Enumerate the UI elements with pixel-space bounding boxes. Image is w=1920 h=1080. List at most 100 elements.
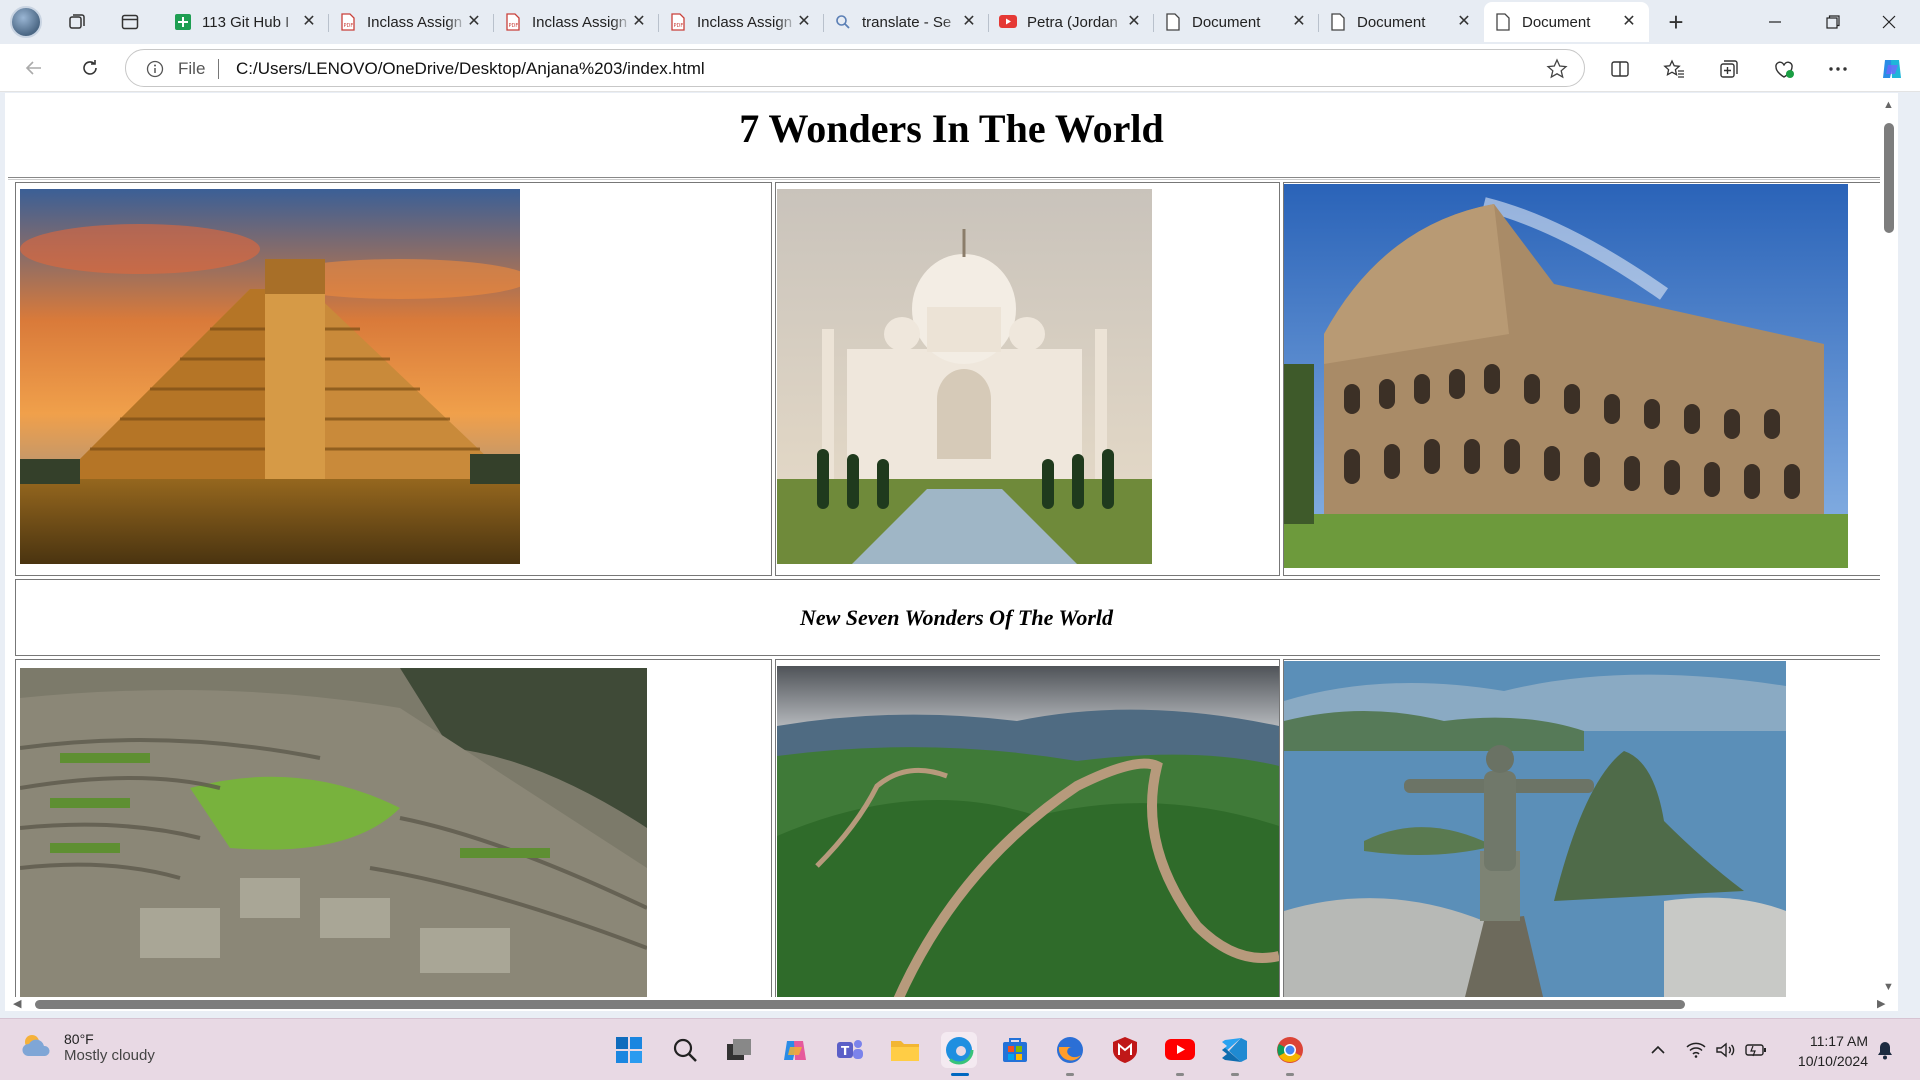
scroll-right-arrow-icon[interactable]: ▶ (1877, 997, 1885, 1010)
tab-document-active[interactable]: Document ✕ (1484, 2, 1649, 42)
volume-icon[interactable] (1714, 1039, 1736, 1061)
sheet-icon (174, 13, 192, 31)
edge-icon[interactable] (941, 1032, 977, 1068)
document-icon (1329, 13, 1347, 31)
battery-icon[interactable] (1745, 1039, 1767, 1061)
file-explorer-icon[interactable] (887, 1032, 923, 1068)
weather-condition: Mostly cloudy (64, 1047, 155, 1064)
tab-translate-search[interactable]: translate - Se ✕ (824, 2, 989, 42)
back-button[interactable] (18, 53, 50, 83)
tab-actions-icon[interactable] (115, 8, 145, 36)
caption-cell: New Seven Wonders Of The World (15, 579, 1898, 656)
browser-essentials-icon[interactable] (1770, 55, 1798, 83)
chichen-itza-photo (20, 189, 520, 564)
search-icon[interactable] (667, 1032, 703, 1068)
close-window-button[interactable] (1866, 6, 1912, 38)
microsoft-store-icon[interactable] (997, 1032, 1033, 1068)
more-menu-icon[interactable] (1824, 55, 1852, 83)
close-icon[interactable]: ✕ (1621, 14, 1637, 30)
tab-inclass-assignment-3[interactable]: PDF Inclass Assign ✕ (659, 2, 824, 42)
scroll-up-arrow-icon[interactable]: ▲ (1883, 99, 1894, 111)
tab-petra-video[interactable]: Petra (Jordan ✕ (989, 2, 1154, 42)
workspaces-icon[interactable] (62, 8, 92, 36)
refresh-button[interactable] (74, 53, 106, 83)
collections-icon[interactable] (1715, 55, 1743, 83)
svg-text:T: T (841, 1044, 850, 1058)
close-icon[interactable]: ✕ (961, 14, 977, 30)
windows-start-icon[interactable] (611, 1032, 647, 1068)
taj-mahal-photo (777, 189, 1152, 564)
scrollbar-thumb[interactable] (1884, 123, 1894, 233)
split-screen-icon[interactable] (1606, 55, 1634, 83)
close-icon[interactable]: ✕ (1291, 14, 1307, 30)
search-icon (834, 13, 852, 31)
notification-bell-icon[interactable] (1874, 1039, 1896, 1061)
tab-title: Inclass Assign (697, 13, 793, 31)
running-app-indicator (1286, 1073, 1294, 1076)
tab-title: Document (1357, 13, 1426, 31)
minimize-button[interactable] (1752, 6, 1798, 38)
taskbar: 80°F Mostly cloudy T 11:17 AM 10/10/2024 (0, 1018, 1920, 1080)
profile-avatar[interactable] (10, 6, 42, 38)
close-icon[interactable]: ✕ (1126, 14, 1142, 30)
youtube-icon[interactable] (1162, 1032, 1198, 1068)
weather-widget[interactable]: 80°F Mostly cloudy (20, 1031, 155, 1064)
scheme-label: File (178, 59, 206, 78)
teams-icon[interactable]: T (832, 1032, 868, 1068)
task-view-icon[interactable] (721, 1032, 757, 1068)
pdf-icon: PDF (669, 13, 687, 31)
great-wall-photo (777, 666, 1279, 1002)
youtube-icon (999, 13, 1017, 31)
tab-title: 113 Git Hub I (202, 13, 290, 31)
running-app-indicator (1231, 1073, 1239, 1076)
chrome-icon[interactable] (1272, 1032, 1308, 1068)
address-bar[interactable]: File C:/Users/LENOVO/OneDrive/Desktop/An… (125, 49, 1585, 87)
navigation-bar: File C:/Users/LENOVO/OneDrive/Desktop/An… (0, 44, 1920, 92)
scrollbar-thumb[interactable] (35, 1000, 1685, 1009)
tab-title: Inclass Assign (532, 13, 628, 31)
tab-inclass-assignment-2[interactable]: PDF Inclass Assign ✕ (494, 2, 659, 42)
info-icon[interactable] (146, 60, 164, 78)
url-text[interactable]: C:/Users/LENOVO/OneDrive/Desktop/Anjana%… (236, 59, 705, 79)
tab-document-1[interactable]: Document ✕ (1154, 2, 1319, 42)
tab-document-2[interactable]: Document ✕ (1319, 2, 1484, 42)
tab-git-hub[interactable]: 113 Git Hub I ✕ (164, 2, 329, 42)
restore-button[interactable] (1810, 6, 1856, 38)
mcafee-icon[interactable] (1107, 1032, 1143, 1068)
close-icon[interactable]: ✕ (466, 14, 482, 30)
close-icon[interactable]: ✕ (301, 14, 317, 30)
favorite-star-icon[interactable] (1546, 58, 1568, 80)
new-tab-button[interactable]: + (1661, 7, 1691, 37)
system-clock[interactable]: 11:17 AM 10/10/2024 (1798, 1031, 1868, 1071)
svg-text:PDF: PDF (674, 23, 684, 29)
copilot-icon[interactable] (1878, 55, 1906, 83)
svg-text:PDF: PDF (509, 23, 519, 29)
vscode-icon[interactable] (1217, 1032, 1253, 1068)
weather-temp: 80°F (64, 1031, 94, 1047)
document-icon (1164, 13, 1182, 31)
tab-title: Inclass Assign (367, 13, 463, 31)
running-app-indicator (1066, 1073, 1074, 1076)
close-icon[interactable]: ✕ (796, 14, 812, 30)
cloud-icon (20, 1032, 54, 1063)
svg-text:PDF: PDF (344, 23, 354, 29)
scroll-down-arrow-icon[interactable]: ▼ (1883, 981, 1894, 993)
copilot-icon[interactable] (777, 1032, 813, 1068)
close-icon[interactable]: ✕ (631, 14, 647, 30)
wifi-icon[interactable] (1685, 1039, 1707, 1061)
page-title: 7 Wonders In The World (739, 106, 1164, 151)
tab-inclass-assignment-1[interactable]: PDF Inclass Assign ✕ (329, 2, 494, 42)
firefox-icon[interactable] (1052, 1032, 1088, 1068)
page-viewport: 7 Wonders In The World New Seven Wonders… (5, 93, 1898, 1003)
document-icon (1494, 13, 1512, 31)
horizontal-scrollbar[interactable]: ◀ ▶ (5, 997, 1898, 1011)
clock-time: 11:17 AM (1809, 1033, 1868, 1049)
favorites-icon[interactable] (1660, 55, 1688, 83)
chevron-up-icon[interactable] (1647, 1039, 1669, 1061)
scroll-left-arrow-icon[interactable]: ◀ (13, 997, 21, 1010)
tab-strip: 113 Git Hub I ✕ PDF Inclass Assign ✕ PDF… (0, 0, 1920, 44)
tab-title: Petra (Jordan (1027, 13, 1118, 31)
close-icon[interactable]: ✕ (1456, 14, 1472, 30)
running-app-indicator (1176, 1073, 1184, 1076)
vertical-scrollbar[interactable]: ▲ ▼ (1880, 93, 1898, 1003)
